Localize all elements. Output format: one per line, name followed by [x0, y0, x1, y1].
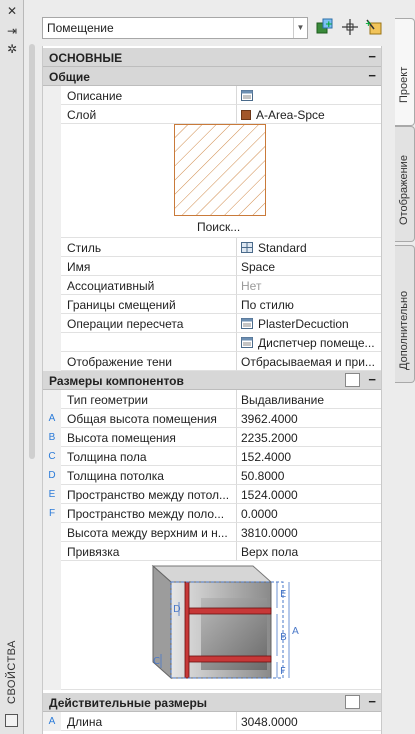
dimension-image-toggle-icon[interactable] [345, 695, 360, 709]
layer-color-icon [241, 110, 251, 120]
prop-intersect-operations[interactable]: Операции пересчета PlasterDecuction [43, 314, 381, 333]
prop-associative[interactable]: Ассоциативный Нет [43, 276, 381, 295]
prop-description-value[interactable] [237, 86, 381, 105]
collapse-icon[interactable]: − [368, 68, 376, 83]
select-objects-icon[interactable] [340, 17, 360, 37]
pickadd-toggle-icon[interactable]: + [364, 17, 384, 37]
prop-justify[interactable]: Привязка Верх пола [43, 542, 381, 561]
style-preview-area: Поиск... [43, 124, 381, 238]
category-actual-dimensions[interactable]: Действительные размеры − [43, 693, 381, 712]
svg-text:D: D [173, 604, 181, 615]
dispatcher-icon[interactable] [241, 337, 253, 348]
svg-text:C: C [153, 656, 160, 667]
category-general[interactable]: Общие − [43, 67, 381, 86]
svg-text:+: + [325, 20, 333, 30]
prop-floor-thickness[interactable]: C Толщина пола 152.4000 [43, 447, 381, 466]
tab-display[interactable]: Отображение [395, 126, 415, 242]
property-grid: ОСНОВНЫЕ − Общие − Описание Слой A-Area-Sp… [42, 46, 382, 734]
prop-name[interactable]: Имя Space [43, 257, 381, 276]
style-icon [241, 242, 253, 253]
prop-layer[interactable]: Слой A-Area-Spce [43, 105, 381, 124]
svg-text:+: + [365, 19, 372, 28]
search-link[interactable]: Поиск... [197, 220, 240, 234]
svg-text:F: F [280, 666, 286, 677]
collapse-icon[interactable]: − [368, 49, 376, 64]
prop-space-below-floor[interactable]: F Пространство между поло... 0.0000 [43, 504, 381, 523]
palette-title: СВОЙСТВА [6, 640, 18, 704]
close-icon[interactable]: ✕ [5, 4, 19, 18]
tab-extended[interactable]: Дополнительно [395, 245, 415, 383]
auto-hide-icon[interactable]: ⇥ [5, 24, 19, 38]
tab-project[interactable]: Проект [395, 18, 415, 126]
collapse-icon[interactable]: − [368, 372, 376, 387]
chevron-down-icon[interactable]: ▼ [293, 18, 307, 38]
palette-options-icon[interactable] [5, 714, 18, 727]
dimension-image-toggle-icon[interactable] [345, 373, 360, 387]
prop-description[interactable]: Описание [43, 86, 381, 105]
quick-select-icon[interactable]: + [315, 17, 335, 37]
prop-dispatcher[interactable]: Диспетчер помеще... [43, 333, 381, 352]
hatch-preview-image [174, 124, 266, 216]
scrollbar-thumb[interactable] [29, 44, 35, 459]
object-type-select[interactable]: Помещение ▼ [42, 17, 308, 39]
category-main[interactable]: ОСНОВНЫЕ − [43, 48, 381, 67]
svg-text:A: A [292, 626, 299, 637]
space-dimensions-diagram: D A E B F C [151, 564, 299, 680]
prop-space-above-ceiling[interactable]: E Пространство между потол... 1524.0000 [43, 485, 381, 504]
prop-style[interactable]: Стиль Standard [43, 238, 381, 257]
palette-title-bar: ✕ ⇥ ✲ СВОЙСТВА [0, 0, 24, 734]
prop-geometry-type[interactable]: Тип геометрии Выдавливание [43, 390, 381, 409]
prop-height-between-levels[interactable]: Высота между верхним и н... 3810.0000 [43, 523, 381, 542]
svg-text:B: B [280, 632, 287, 643]
category-component-dimensions[interactable]: Размеры компонентов − [43, 371, 381, 390]
prop-length[interactable]: A Длина 3048.0000 [43, 712, 381, 731]
svg-text:E: E [280, 589, 286, 600]
prop-offset-boundaries[interactable]: Границы смещений По стилю [43, 295, 381, 314]
prop-space-height[interactable]: B Высота помещения 2235.2000 [43, 428, 381, 447]
list-editor-icon[interactable] [241, 318, 253, 329]
properties-menu-icon[interactable]: ✲ [5, 42, 19, 56]
description-editor-icon[interactable] [241, 90, 253, 101]
dimension-diagram-area: D A E B F C [43, 561, 381, 690]
prop-ceiling-thickness[interactable]: D Толщина потолка 50.8000 [43, 466, 381, 485]
collapse-icon[interactable]: − [368, 694, 376, 709]
prop-overall-space-height[interactable]: A Общая высота помещения 3962.4000 [43, 409, 381, 428]
prop-shadow-display[interactable]: Отображение тени Отбрасываемая и при... [43, 352, 381, 371]
